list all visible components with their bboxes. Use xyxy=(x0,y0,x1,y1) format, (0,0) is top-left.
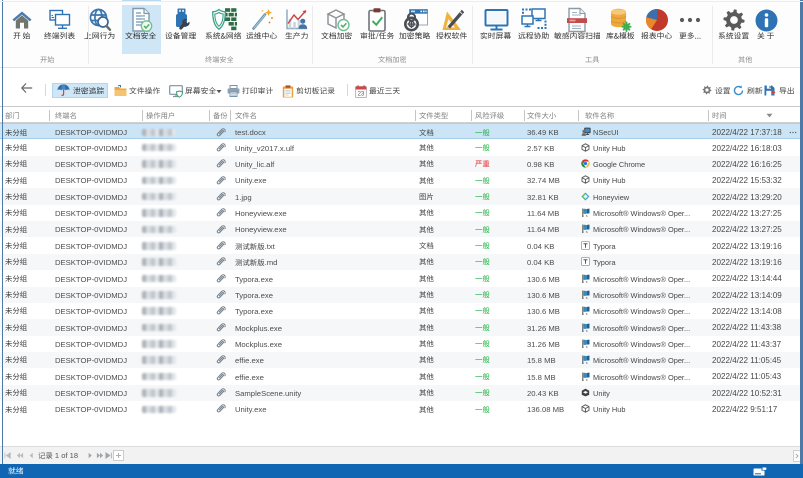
svg-text:23: 23 xyxy=(357,91,364,97)
